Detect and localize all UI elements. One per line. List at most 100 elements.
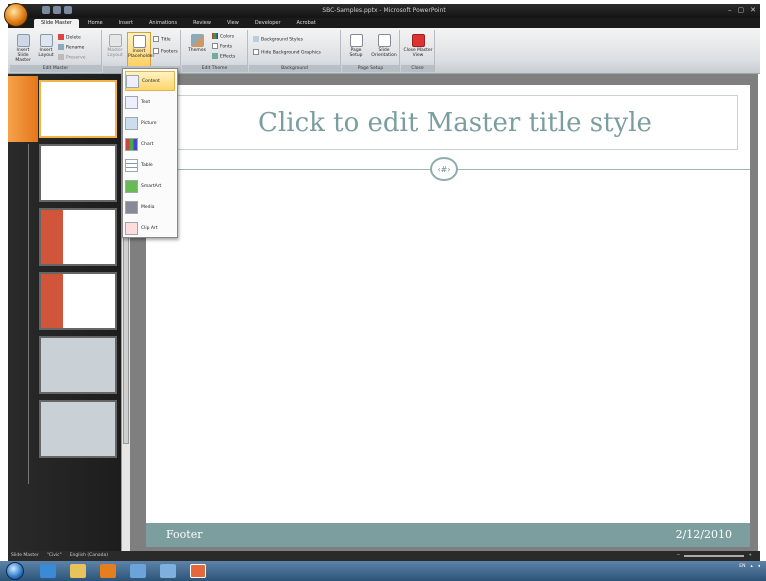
page-setup-icon <box>349 34 363 47</box>
tab-slide-master[interactable]: Slide Master <box>34 19 79 28</box>
slide-thumbnail-layout[interactable] <box>39 400 117 458</box>
slide-thumbnail-layout[interactable] <box>39 272 117 330</box>
date-placeholder[interactable]: 2/12/2010 <box>676 528 732 541</box>
menu-item-table[interactable]: Table <box>125 155 175 175</box>
app-icon[interactable] <box>160 564 176 578</box>
picture-icon <box>125 116 138 130</box>
insert-slide-master-button[interactable]: Insert Slide Master <box>12 34 34 63</box>
background-styles-icon <box>253 36 259 42</box>
title-checkbox[interactable]: Title <box>153 36 171 43</box>
insert-placeholder-menu: Content Text Picture Chart Table SmartAr… <box>122 68 178 238</box>
footer-placeholder[interactable]: Footer <box>166 528 202 541</box>
menu-item-clip-art[interactable]: Clip Art <box>125 218 175 238</box>
themes-icon <box>190 34 204 47</box>
tab-insert[interactable]: Insert <box>112 19 140 28</box>
ribbon: Insert Slide Master Insert Layout Delete… <box>8 28 760 74</box>
placeholder-icon <box>132 35 146 48</box>
checkbox-icon <box>253 49 259 55</box>
office-button[interactable] <box>4 3 28 27</box>
group-label-close: Close <box>401 65 434 72</box>
menu-item-chart[interactable]: Chart <box>125 134 175 154</box>
media-player-icon[interactable] <box>100 564 116 578</box>
volume-icon[interactable]: ◂ <box>758 564 760 569</box>
language-indicator[interactable]: EN <box>739 564 745 569</box>
layout-tree-line <box>28 144 29 484</box>
insert-layout-button[interactable]: Insert Layout <box>36 34 56 58</box>
slide-number-ornament-icon: ‹#› <box>430 157 458 181</box>
background-styles-button[interactable]: Background Styles <box>253 36 303 43</box>
text-icon <box>125 95 138 109</box>
slide-title: Click to edit Master title style <box>258 107 652 138</box>
chart-icon <box>125 137 138 151</box>
menu-item-text[interactable]: Text <box>125 92 175 112</box>
close-master-view-button[interactable]: Close Master View <box>403 34 433 58</box>
slide-canvas[interactable]: Click to edit Master title style ‹#› Foo… <box>146 85 750 547</box>
slide-thumbnail-layout[interactable] <box>39 208 117 266</box>
zoom-in-icon[interactable]: + <box>748 553 752 558</box>
checkbox-icon <box>153 48 159 54</box>
checkbox-icon <box>153 36 159 42</box>
page-setup-button[interactable]: Page Setup <box>344 34 368 58</box>
windows-taskbar: EN ▴ ◂ <box>0 561 766 581</box>
menu-item-content[interactable]: Content <box>125 71 175 91</box>
group-page-setup: Page Setup Slide Orientation Page Setup <box>342 30 400 72</box>
explorer-icon[interactable] <box>70 564 86 578</box>
tab-home[interactable]: Home <box>81 19 110 28</box>
smartart-icon <box>125 179 138 193</box>
menu-item-picture[interactable]: Picture <box>125 113 175 133</box>
selected-master-marker <box>8 76 38 142</box>
preserve-button[interactable]: Preserve <box>58 54 86 61</box>
group-background: Background Styles Hide Background Graphi… <box>249 30 341 72</box>
footer-band: Footer 2/12/2010 <box>146 523 750 547</box>
tab-view[interactable]: View <box>220 19 246 28</box>
slide-thumbnail-master[interactable] <box>39 80 117 138</box>
table-icon <box>125 158 138 172</box>
tab-review[interactable]: Review <box>186 19 218 28</box>
menu-item-smartart[interactable]: SmartArt <box>125 176 175 196</box>
hide-background-graphics-checkbox[interactable]: Hide Background Graphics <box>253 49 321 56</box>
status-bar: Slide Master "Civic" English (Canada) − … <box>8 551 760 561</box>
colors-icon <box>212 33 218 39</box>
zoom-out-icon[interactable]: − <box>676 553 680 558</box>
rename-icon <box>58 44 64 50</box>
slide-orientation-button[interactable]: Slide Orientation <box>370 34 398 58</box>
footers-checkbox[interactable]: Footers <box>153 48 178 55</box>
media-icon <box>125 200 138 214</box>
fonts-button[interactable]: Fonts <box>212 43 232 50</box>
colors-button[interactable]: Colors <box>212 33 234 40</box>
status-theme: "Civic" <box>46 553 62 558</box>
window-title: SBC-Samples.pptx - Microsoft PowerPoint <box>322 7 446 14</box>
group-label-edit-theme: Edit Theme <box>182 65 247 72</box>
tab-developer[interactable]: Developer <box>248 19 288 28</box>
app-icon[interactable] <box>130 564 146 578</box>
ribbon-tab-row: Slide Master Home Insert Animations Revi… <box>8 18 760 28</box>
status-language[interactable]: English (Canada) <box>70 553 108 558</box>
delete-button[interactable]: Delete <box>58 34 81 41</box>
rename-button[interactable]: Rename <box>58 44 84 51</box>
slide-thumbnail-layout[interactable] <box>39 336 117 394</box>
master-layout-button[interactable]: Master Layout <box>105 34 125 58</box>
close-window-button[interactable]: ✕ <box>750 6 756 14</box>
maximize-button[interactable]: ▢ <box>738 6 745 14</box>
group-edit-master: Insert Slide Master Insert Layout Delete… <box>10 30 102 72</box>
zoom-slider[interactable] <box>684 554 745 557</box>
clip-art-icon <box>125 221 138 235</box>
ie-icon[interactable] <box>40 564 56 578</box>
menu-item-media[interactable]: Media <box>125 197 175 217</box>
delete-icon <box>58 34 64 40</box>
themes-button[interactable]: Themes <box>186 34 208 53</box>
network-icon[interactable]: ▴ <box>750 564 752 569</box>
group-label-edit-master: Edit Master <box>10 65 101 72</box>
close-master-view-icon <box>411 34 425 47</box>
window-controls: – ▢ ✕ <box>728 6 756 14</box>
minimize-button[interactable]: – <box>728 6 732 14</box>
slide-orientation-icon <box>377 34 391 47</box>
insert-placeholder-button[interactable]: Insert Placeholder <box>127 32 154 70</box>
effects-button[interactable]: Effects <box>212 53 235 60</box>
title-placeholder[interactable]: Click to edit Master title style <box>172 95 738 150</box>
slide-thumbnail-layout[interactable] <box>39 144 117 202</box>
tab-animations[interactable]: Animations <box>142 19 184 28</box>
powerpoint-taskbar-icon[interactable] <box>190 564 206 578</box>
start-button[interactable] <box>6 562 24 580</box>
tab-acrobat[interactable]: Acrobat <box>290 19 323 28</box>
